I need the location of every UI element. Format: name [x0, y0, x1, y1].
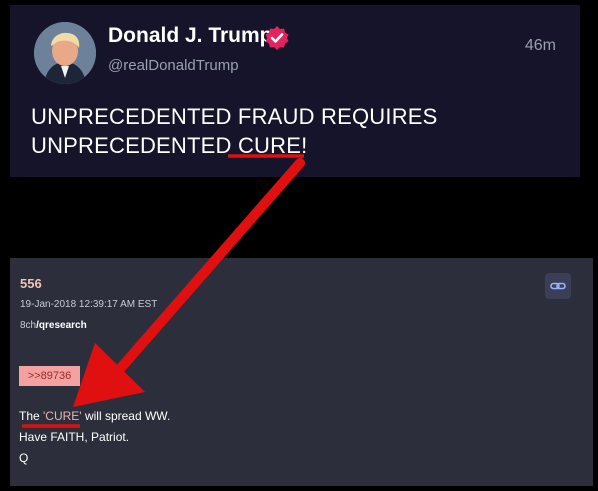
link-icon — [550, 282, 566, 290]
post-line-2: Have FAITH, Patriot. — [19, 430, 130, 444]
tweet-card: Donald J. Trump @realDonaldTrump 46m UNP… — [10, 5, 580, 177]
reply-link[interactable]: >>89736 — [19, 366, 80, 386]
verified-icon — [265, 26, 289, 50]
tweet-text-cure: CURE! — [237, 133, 308, 158]
post-card: 556 19-Jan-2018 12:39:17 AM EST 8ch/qres… — [10, 258, 593, 486]
link-button[interactable] — [545, 273, 571, 299]
post-line-1-prefix: The — [19, 409, 44, 423]
post-cure-word: 'CURE' — [43, 409, 82, 423]
tweet-text: UNPRECEDENTED FRAUD REQUIRES UNPRECEDENT… — [31, 102, 511, 160]
tweet-text-prefix: UNPRECEDENTED — [31, 133, 238, 158]
handle[interactable]: @realDonaldTrump — [108, 57, 239, 74]
board-prefix: 8ch — [20, 320, 37, 331]
timestamp[interactable]: 46m — [525, 37, 556, 55]
post-line-1: The 'CURE' will spread WW. — [19, 406, 170, 427]
post-body: The 'CURE' will spread WW. Have FAITH, P… — [19, 406, 170, 469]
post-line-1-suffix: will spread WW. — [81, 409, 171, 423]
post-line-3: Q — [19, 451, 29, 465]
avatar-image — [34, 22, 96, 84]
post-board[interactable]: 8ch/qresearch — [20, 320, 87, 331]
board-name: /qresearch — [36, 320, 87, 331]
avatar[interactable] — [34, 22, 96, 84]
tweet-text-line-1: UNPRECEDENTED FRAUD REQUIRES — [31, 104, 438, 129]
display-name[interactable]: Donald J. Trump — [108, 24, 273, 48]
tweet-text-line-2: UNPRECEDENTED CURE! — [31, 131, 511, 160]
post-number[interactable]: 556 — [20, 276, 42, 291]
post-date: 19-Jan-2018 12:39:17 AM EST — [20, 299, 158, 310]
